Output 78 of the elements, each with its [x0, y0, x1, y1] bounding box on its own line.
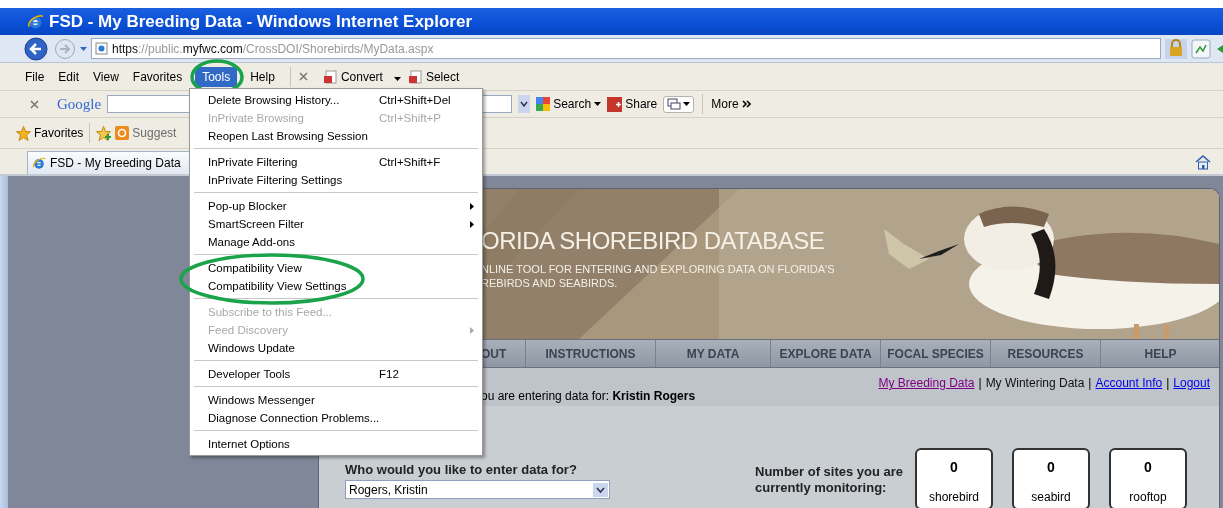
more-button[interactable]: More [711, 97, 751, 111]
document-icon [323, 69, 338, 84]
toolbar-button[interactable]: Select [408, 69, 460, 84]
menu-item[interactable]: SmartScreen Filter [190, 215, 482, 233]
menu-item[interactable]: Delete Browsing History... Ctrl+Shift+Del [190, 91, 482, 109]
count-label: seabird [1031, 490, 1071, 504]
close-icon[interactable] [30, 99, 39, 109]
chevrons-icon [741, 100, 751, 108]
plus-icon [607, 96, 623, 112]
browser-logo-icon [27, 13, 44, 30]
address-field[interactable]: https://public.myfwc.com/CrossDOI/Shorebirds/MyData.aspx [91, 38, 1161, 59]
nav-tab[interactable]: EXPLORE DATA [771, 340, 881, 367]
toolbar-button[interactable]: Convert [323, 69, 401, 84]
link-separator: | [978, 376, 982, 390]
nav-tab[interactable]: FOCAL SPECIES [881, 340, 991, 367]
lock-icon [1165, 38, 1187, 59]
menu-item[interactable]: Compatibility View Settings [190, 277, 482, 295]
monitor-icon [667, 97, 682, 111]
current-page-text: My Wintering Data [985, 376, 1085, 390]
favorites-button[interactable]: Favorites [16, 125, 84, 141]
link-separator: | [1088, 376, 1092, 390]
menu-item[interactable]: Favorites [125, 66, 190, 87]
nav-tab[interactable]: INSTRUCTIONS [526, 340, 656, 367]
dropdown-icon[interactable] [518, 95, 531, 113]
page-icon [95, 42, 108, 55]
screen-button[interactable] [663, 95, 695, 113]
nav-tab[interactable]: HELP [1101, 340, 1219, 367]
menu-item[interactable]: Diagnose Connection Problems... [190, 409, 482, 427]
share-button[interactable]: Share [607, 96, 658, 112]
menu-item[interactable]: Pop-up Blocker [190, 197, 482, 215]
caret-icon [80, 46, 87, 51]
count-value: 0 [950, 459, 958, 475]
menu-item[interactable]: Reopen Last Browsing Session [190, 127, 482, 145]
menu-item[interactable]: InPrivate Filtering Settings [190, 171, 482, 189]
document-icon [408, 69, 423, 84]
question-label: Who would you like to enter data for? [345, 462, 578, 477]
caret-icon [393, 76, 401, 81]
menu-item[interactable]: Edit [51, 66, 87, 87]
suggested-sites-icon [115, 126, 130, 140]
account-link[interactable]: My Breeding Data [878, 376, 975, 390]
menu-item[interactable]: Compatibility View [190, 259, 482, 277]
menu-item[interactable]: Developer Tools F12 [190, 365, 482, 383]
compatibility-icon[interactable] [1191, 38, 1211, 59]
menu-item[interactable]: Manage Add-ons [190, 233, 482, 251]
account-link[interactable]: Account Info [1095, 376, 1163, 390]
google-icon [536, 97, 551, 111]
banner-title: ORIDA SHOREBIRD DATABASE [481, 227, 825, 255]
link-separator: | [1166, 376, 1170, 390]
menu-item[interactable]: File [18, 66, 52, 87]
nav-tab[interactable]: RESOURCES [991, 340, 1101, 367]
menu-item[interactable]: Help [243, 66, 282, 87]
count-value: 0 [1144, 459, 1152, 475]
menu-item[interactable]: InPrivate Filtering Ctrl+Shift+F [190, 153, 482, 171]
menu-item[interactable]: Windows Update [190, 339, 482, 357]
suggested-sites-button[interactable]: Suggest [115, 126, 177, 140]
caret-icon [594, 102, 602, 106]
browser-logo-icon [32, 156, 46, 170]
dropdown-icon [593, 482, 608, 497]
google-logo: Google [57, 95, 102, 113]
menu-item[interactable]: Windows Messenger [190, 391, 482, 409]
home-icon[interactable] [1195, 154, 1211, 170]
close-icon[interactable] [298, 72, 308, 81]
count-label: rooftop [1129, 490, 1167, 504]
window-title: FSD - My Breeding Data - Windows Internet Explorer [49, 11, 472, 32]
star-icon [16, 125, 31, 141]
count-value: 0 [1047, 459, 1055, 475]
menu-item[interactable]: Tools [195, 66, 238, 87]
menu-item[interactable]: View [86, 66, 126, 87]
sites-label: Number of sites you are currently monitoring: [755, 464, 905, 496]
account-link[interactable]: Logout [1173, 376, 1210, 390]
caret-icon [683, 102, 691, 106]
nav-tab[interactable]: MY DATA [656, 340, 771, 367]
search-button[interactable]: Search [536, 97, 602, 111]
add-favorite-icon[interactable] [96, 125, 113, 141]
count-label: shorebird [929, 490, 979, 504]
menu-item[interactable]: Internet Options [190, 435, 482, 453]
person-select[interactable]: Rogers, Kristin [345, 480, 610, 499]
back-button[interactable] [24, 36, 50, 61]
